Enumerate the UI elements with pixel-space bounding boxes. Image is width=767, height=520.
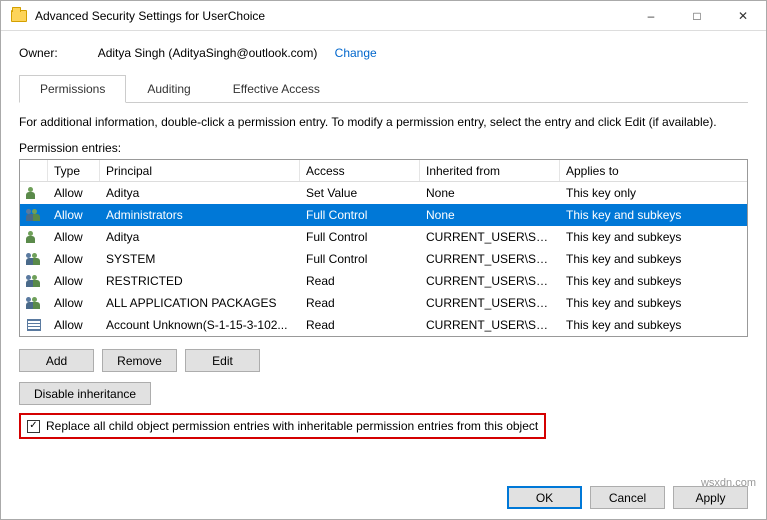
table-header: Type Principal Access Inherited from App… <box>20 160 747 182</box>
cell-applies: This key and subkeys <box>560 296 747 310</box>
cell-access: Read <box>300 296 420 310</box>
table-row[interactable]: AllowRESTRICTEDReadCURRENT_USER\Soft...T… <box>20 270 747 292</box>
table-row[interactable]: AllowALL APPLICATION PACKAGESReadCURRENT… <box>20 292 747 314</box>
owner-label: Owner: <box>19 46 58 60</box>
owner-row: Owner: Aditya Singh (AdityaSingh@outlook… <box>19 46 748 60</box>
tabs: Permissions Auditing Effective Access <box>19 74 748 103</box>
cell-applies: This key and subkeys <box>560 230 747 244</box>
principal-icon <box>20 275 48 287</box>
cell-principal: ALL APPLICATION PACKAGES <box>100 296 300 310</box>
cell-applies: This key only <box>560 186 747 200</box>
cell-type: Allow <box>48 230 100 244</box>
col-type[interactable]: Type <box>48 160 100 181</box>
cell-access: Read <box>300 318 420 332</box>
table-row[interactable]: AllowAdministratorsFull ControlNoneThis … <box>20 204 747 226</box>
ok-button[interactable]: OK <box>507 486 582 509</box>
cell-inherited: CURRENT_USER\Soft... <box>420 230 560 244</box>
cell-applies: This key and subkeys <box>560 252 747 266</box>
cell-access: Full Control <box>300 230 420 244</box>
owner-value: Aditya Singh (AdityaSingh@outlook.com) <box>98 46 318 60</box>
col-applies[interactable]: Applies to <box>560 160 747 181</box>
tab-auditing[interactable]: Auditing <box>126 75 211 103</box>
replace-checkbox[interactable]: ✓ <box>27 420 40 433</box>
col-access[interactable]: Access <box>300 160 420 181</box>
info-text: For additional information, double-click… <box>19 115 748 129</box>
cell-access: Set Value <box>300 186 420 200</box>
cell-type: Allow <box>48 252 100 266</box>
tab-permissions[interactable]: Permissions <box>19 75 126 103</box>
table-row[interactable]: AllowAdityaFull ControlCURRENT_USER\Soft… <box>20 226 747 248</box>
cell-type: Allow <box>48 208 100 222</box>
apply-button[interactable]: Apply <box>673 486 748 509</box>
table-body: AllowAdityaSet ValueNoneThis key onlyAll… <box>20 182 747 336</box>
add-button[interactable]: Add <box>19 349 94 372</box>
principal-icon <box>20 253 48 265</box>
minimize-button[interactable]: – <box>628 1 674 31</box>
table-row[interactable]: AllowAdityaSet ValueNoneThis key only <box>20 182 747 204</box>
disable-inheritance-button[interactable]: Disable inheritance <box>19 382 151 405</box>
cell-access: Full Control <box>300 252 420 266</box>
edit-button[interactable]: Edit <box>185 349 260 372</box>
replace-children-row: ✓ Replace all child object permission en… <box>19 413 546 439</box>
cell-principal: SYSTEM <box>100 252 300 266</box>
table-row[interactable]: AllowSYSTEMFull ControlCURRENT_USER\Soft… <box>20 248 747 270</box>
cell-type: Allow <box>48 296 100 310</box>
cell-inherited: CURRENT_USER\Soft... <box>420 252 560 266</box>
tab-effective-access[interactable]: Effective Access <box>212 75 341 103</box>
security-settings-window: Advanced Security Settings for UserChoic… <box>0 0 767 520</box>
replace-label: Replace all child object permission entr… <box>46 419 538 433</box>
permissions-table: Type Principal Access Inherited from App… <box>19 159 748 337</box>
cell-type: Allow <box>48 318 100 332</box>
cell-type: Allow <box>48 274 100 288</box>
maximize-button[interactable]: □ <box>674 1 720 31</box>
cell-principal: RESTRICTED <box>100 274 300 288</box>
cell-type: Allow <box>48 186 100 200</box>
principal-icon <box>20 209 48 221</box>
watermark: wsxdn.com <box>701 477 756 489</box>
cell-applies: This key and subkeys <box>560 274 747 288</box>
cancel-button[interactable]: Cancel <box>590 486 665 509</box>
col-principal[interactable]: Principal <box>100 160 300 181</box>
cell-access: Full Control <box>300 208 420 222</box>
col-icon[interactable] <box>20 160 48 181</box>
cell-inherited: None <box>420 208 560 222</box>
cell-inherited: None <box>420 186 560 200</box>
titlebar: Advanced Security Settings for UserChoic… <box>1 1 766 31</box>
folder-icon <box>11 10 27 22</box>
cell-principal: Administrators <box>100 208 300 222</box>
remove-button[interactable]: Remove <box>102 349 177 372</box>
principal-icon <box>20 231 48 243</box>
cell-applies: This key and subkeys <box>560 318 747 332</box>
principal-icon <box>20 187 48 199</box>
cell-inherited: CURRENT_USER\Soft... <box>420 296 560 310</box>
change-owner-link[interactable]: Change <box>335 46 377 60</box>
col-inherited[interactable]: Inherited from <box>420 160 560 181</box>
cell-inherited: CURRENT_USER\Soft... <box>420 318 560 332</box>
entries-label: Permission entries: <box>19 141 748 155</box>
cell-access: Read <box>300 274 420 288</box>
entry-button-row: Add Remove Edit <box>19 349 748 372</box>
cell-inherited: CURRENT_USER\Soft... <box>420 274 560 288</box>
footer-buttons: OK Cancel Apply <box>507 486 748 509</box>
cell-principal: Aditya <box>100 186 300 200</box>
cell-principal: Aditya <box>100 230 300 244</box>
cell-applies: This key and subkeys <box>560 208 747 222</box>
principal-icon <box>20 297 48 309</box>
principal-icon <box>20 319 48 331</box>
content-area: Owner: Aditya Singh (AdityaSingh@outlook… <box>1 31 766 519</box>
inheritance-row: Disable inheritance <box>19 382 748 405</box>
table-row[interactable]: AllowAccount Unknown(S-1-15-3-102...Read… <box>20 314 747 336</box>
cell-principal: Account Unknown(S-1-15-3-102... <box>100 318 300 332</box>
close-button[interactable]: ✕ <box>720 1 766 31</box>
window-title: Advanced Security Settings for UserChoic… <box>35 9 628 23</box>
